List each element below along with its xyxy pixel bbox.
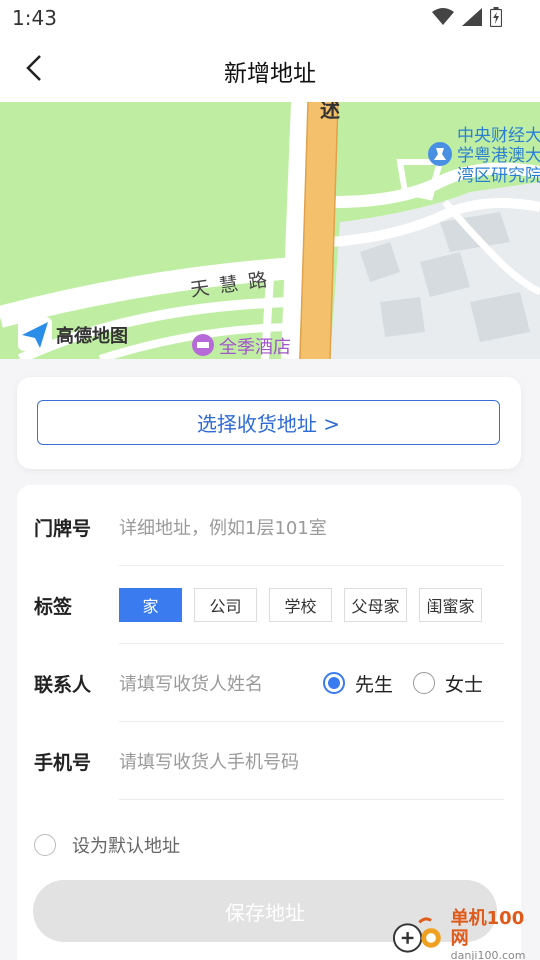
gender-selector: 先生 女士 (323, 644, 503, 722)
default-address-toggle[interactable]: 设为默认地址 (34, 825, 180, 865)
status-time: 1:43 (12, 6, 57, 30)
tag-list: 家 公司 学校 父母家 闺蜜家 (119, 566, 482, 644)
poi-university-line: 湾区研究院 (457, 166, 540, 186)
phone-row: 手机号 请填写收货人手机号码 (17, 722, 521, 800)
tag-home[interactable]: 家 (119, 588, 182, 622)
tag-friend-home[interactable]: 闺蜜家 (419, 588, 482, 622)
gender-ms-radio[interactable] (413, 672, 436, 694)
poi-university-line: 学粤港澳大 (457, 146, 540, 166)
battery-icon (490, 7, 502, 27)
road-label-top: 述 (320, 102, 340, 122)
gender-mr-radio[interactable] (323, 672, 345, 694)
poi-university-label: 中央财经大 学粤港澳大 湾区研究院 (457, 126, 540, 186)
phone-label: 手机号 (34, 751, 92, 774)
poi-university-line: 中央财经大 (457, 126, 540, 146)
page-title: 新增地址 (224, 61, 316, 87)
tag-company[interactable]: 公司 (194, 588, 257, 622)
watermark: 单机100网 danji100.com (392, 909, 540, 960)
watermark-url: danji100.com (450, 949, 526, 960)
default-address-radio[interactable] (34, 834, 56, 856)
select-address-button[interactable]: 选择收货地址 > (37, 400, 500, 445)
gender-ms-label[interactable]: 女士 (445, 670, 483, 697)
status-icons (432, 7, 502, 27)
watermark-name: 单机100网 (450, 908, 525, 949)
door-number-row: 门牌号 详细地址，例如1层101室 (17, 488, 521, 566)
poi-hotel-label: 全季酒店 (219, 337, 291, 358)
gender-mr-label[interactable]: 先生 (355, 670, 393, 697)
tag-school[interactable]: 学校 (269, 588, 332, 622)
watermark-text: 单机100网 danji100.com (451, 909, 540, 960)
map-view[interactable]: 天 慧 路 述 中央财经大 学粤港澳大 湾区研究院 全季酒店 高德地图 (0, 102, 540, 359)
signal-icon (462, 8, 482, 26)
wifi-icon (432, 8, 454, 25)
door-number-input[interactable]: 详细地址，例如1层101室 (119, 488, 327, 566)
tag-parents-home[interactable]: 父母家 (344, 588, 407, 622)
contact-name-input[interactable]: 请填写收货人姓名 (119, 644, 263, 722)
contact-row: 联系人 请填写收货人姓名 先生 女士 (17, 644, 521, 722)
watermark-logo-icon (392, 917, 441, 953)
door-number-label: 门牌号 (34, 517, 92, 540)
status-bar: 1:43 (0, 0, 540, 36)
tags-label: 标签 (34, 595, 73, 618)
phone-input[interactable]: 请填写收货人手机号码 (119, 722, 299, 800)
contact-label: 联系人 (34, 673, 92, 696)
select-address-card: 选择收货地址 > (17, 377, 521, 469)
address-form: 门牌号 详细地址，例如1层101室 标签 家 公司 学校 父母家 闺蜜家 联系人… (17, 485, 521, 960)
map-logo-text: 高德地图 (56, 326, 128, 347)
tags-row: 标签 家 公司 学校 父母家 闺蜜家 (17, 566, 521, 644)
nav-bar: 新增地址 (0, 36, 540, 102)
default-address-label: 设为默认地址 (72, 836, 180, 857)
divider (119, 799, 504, 800)
